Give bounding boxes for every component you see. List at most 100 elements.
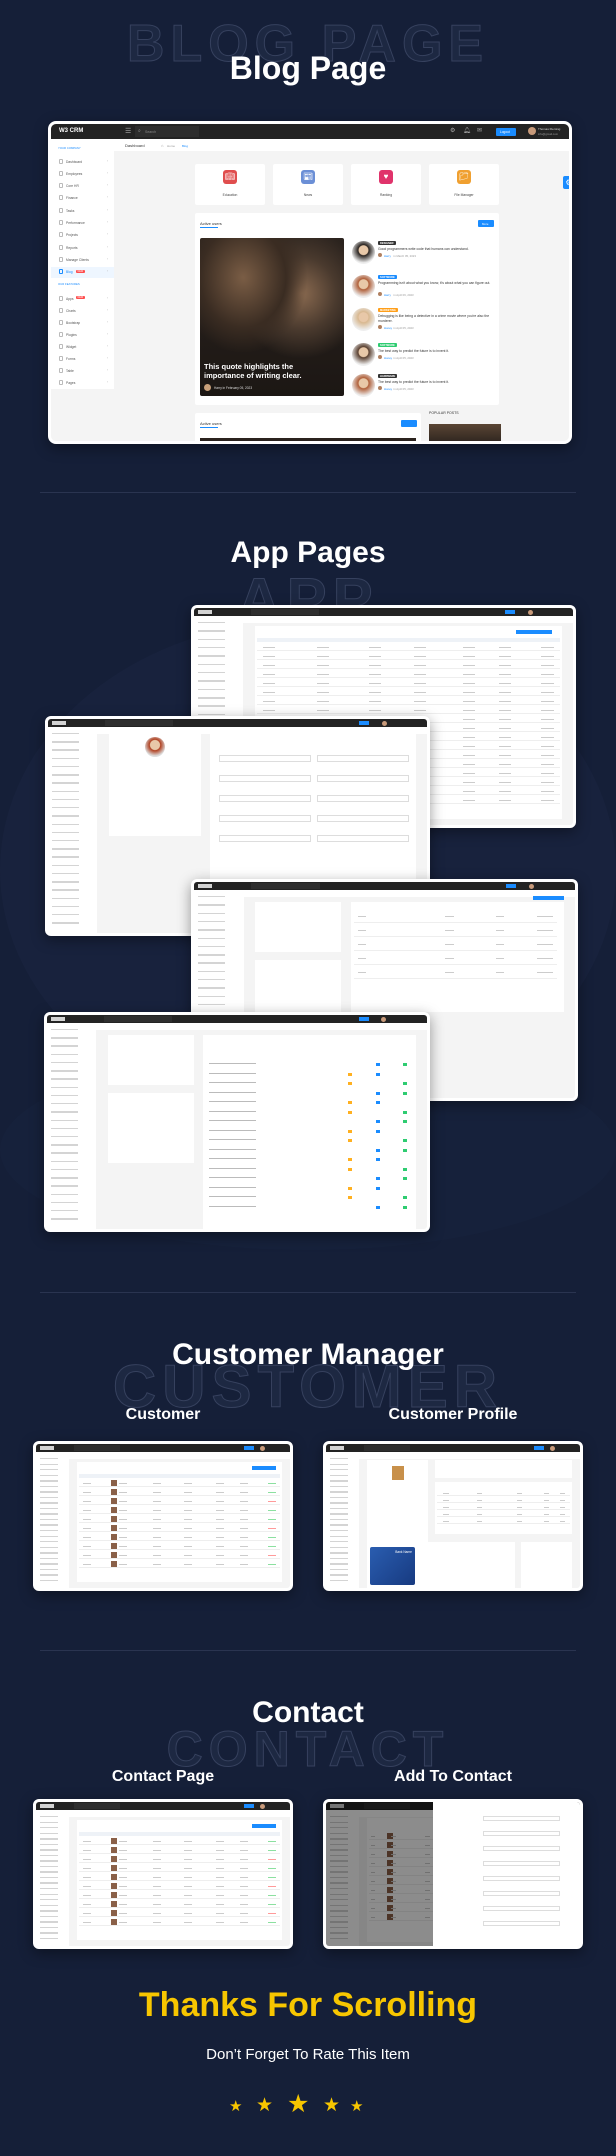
sidebar-item[interactable]: [52, 815, 80, 817]
permission-checkbox[interactable]: [375, 1148, 380, 1152]
sidebar-item[interactable]: [40, 1513, 59, 1515]
sidebar-item[interactable]: [52, 872, 80, 875]
sidebar-item[interactable]: [51, 1218, 79, 1220]
permission-checkbox[interactable]: [375, 1186, 380, 1190]
sidebar-item[interactable]: [51, 1168, 79, 1171]
avatar[interactable]: [259, 1445, 265, 1451]
sidebar-item[interactable]: [330, 1546, 349, 1548]
permission-checkbox[interactable]: [375, 1205, 380, 1209]
sidebar-item[interactable]: [198, 713, 226, 716]
permission-checkbox[interactable]: [347, 1196, 352, 1199]
permission-checkbox[interactable]: [347, 1158, 352, 1161]
permission-checkbox[interactable]: [347, 1101, 352, 1104]
table-row[interactable]: [256, 670, 560, 678]
sidebar-item[interactable]: [40, 1474, 59, 1476]
sidebar-item[interactable]: [40, 1502, 59, 1504]
table-row[interactable]: [256, 652, 560, 660]
sidebar-item[interactable]: [51, 1053, 79, 1056]
permission-checkbox[interactable]: [347, 1186, 352, 1190]
sidebar-item[interactable]: [330, 1552, 349, 1554]
sidebar-item[interactable]: [198, 954, 226, 956]
table-row[interactable]: [78, 1524, 281, 1532]
table-row[interactable]: [78, 1479, 281, 1487]
sidebar-item[interactable]: [330, 1574, 349, 1576]
form-input[interactable]: [483, 1876, 560, 1881]
sidebar-item[interactable]: [51, 1160, 79, 1163]
more-button[interactable]: [401, 420, 417, 427]
sidebar-item[interactable]: [330, 1485, 349, 1488]
star-icon[interactable]: ★: [229, 2099, 242, 2114]
avatar[interactable]: [259, 1803, 265, 1809]
sidebar-item[interactable]: [40, 1893, 59, 1895]
sidebar-item[interactable]: [51, 1119, 79, 1121]
sidebar-item-projects[interactable]: Projects ›: [51, 230, 114, 241]
sidebar-item-finance[interactable]: Finance ›: [51, 193, 114, 204]
sidebar-item[interactable]: [198, 979, 226, 981]
post-author[interactable]: Honey: [384, 387, 392, 391]
sidebar-item[interactable]: [198, 970, 226, 973]
logout-button[interactable]: [504, 610, 515, 614]
permission-checkbox[interactable]: [403, 1148, 408, 1152]
form-input[interactable]: [483, 1816, 560, 1821]
table-row[interactable]: [78, 1855, 281, 1863]
sidebar-item-apps[interactable]: Apps NEW ›: [51, 293, 114, 304]
search-box[interactable]: ⌕ Search: [135, 126, 199, 137]
category-card-file-manager[interactable]: 📁︎ File Manager: [429, 164, 499, 205]
sidebar-item[interactable]: [40, 1535, 59, 1537]
star-icon[interactable]: ★: [350, 2099, 363, 2114]
search-box[interactable]: [250, 609, 320, 615]
table-row[interactable]: [353, 966, 558, 979]
sidebar-item[interactable]: [198, 912, 226, 914]
sidebar-item[interactable]: [198, 647, 226, 649]
sidebar-item[interactable]: [330, 1469, 349, 1471]
sidebar-item[interactable]: [40, 1932, 59, 1934]
table-row[interactable]: [78, 1837, 281, 1845]
sidebar-item[interactable]: [40, 1518, 59, 1521]
search-box[interactable]: [74, 1445, 120, 1451]
form-input[interactable]: [317, 755, 410, 762]
sidebar-item[interactable]: [51, 1185, 79, 1187]
table-row[interactable]: [436, 1511, 571, 1517]
sidebar-item-tasks[interactable]: Tasks ›: [51, 205, 114, 216]
permission-checkbox[interactable]: [403, 1063, 408, 1066]
sidebar-item-core-hr[interactable]: Core HR ›: [51, 181, 114, 192]
sidebar-item[interactable]: [40, 1496, 59, 1499]
app-logo[interactable]: W3 CRM: [59, 128, 83, 134]
sidebar-item[interactable]: [198, 672, 226, 674]
sidebar-item[interactable]: [198, 680, 226, 682]
sidebar-item[interactable]: [330, 1579, 349, 1582]
settings-icon[interactable]: ⚙: [450, 127, 455, 134]
table-row[interactable]: [353, 910, 558, 923]
table-row[interactable]: [78, 1846, 281, 1854]
sidebar-item[interactable]: [198, 663, 226, 666]
permission-checkbox[interactable]: [375, 1177, 380, 1180]
table-row[interactable]: [353, 924, 558, 937]
search-box[interactable]: [364, 1445, 410, 1451]
table-row[interactable]: [256, 688, 560, 696]
sidebar-item[interactable]: [330, 1524, 349, 1526]
sidebar-item[interactable]: [52, 774, 80, 776]
table-row[interactable]: [353, 938, 558, 951]
sidebar-item[interactable]: [51, 1144, 79, 1146]
sidebar-item[interactable]: [52, 782, 80, 784]
sidebar-item[interactable]: [40, 1568, 59, 1571]
sidebar-item[interactable]: [40, 1563, 59, 1565]
form-input[interactable]: [483, 1831, 560, 1836]
table-row[interactable]: [436, 1504, 571, 1510]
sidebar-item[interactable]: [198, 697, 226, 699]
sidebar-item[interactable]: [40, 1849, 59, 1851]
sidebar-item[interactable]: [51, 1177, 79, 1179]
table-row[interactable]: [78, 1488, 281, 1496]
sidebar-item[interactable]: [52, 798, 80, 801]
avatar[interactable]: [381, 720, 387, 726]
sidebar-item[interactable]: [40, 1910, 59, 1912]
sidebar-item[interactable]: [198, 962, 226, 964]
form-input[interactable]: [483, 1891, 560, 1896]
sidebar-item[interactable]: [198, 655, 226, 657]
sidebar-item[interactable]: [40, 1541, 59, 1543]
logout-button[interactable]: [244, 1804, 255, 1808]
sidebar-item[interactable]: [40, 1915, 59, 1918]
search-input[interactable]: Search: [145, 130, 156, 134]
avatar[interactable]: [549, 1445, 555, 1451]
sidebar-item[interactable]: [52, 757, 80, 760]
